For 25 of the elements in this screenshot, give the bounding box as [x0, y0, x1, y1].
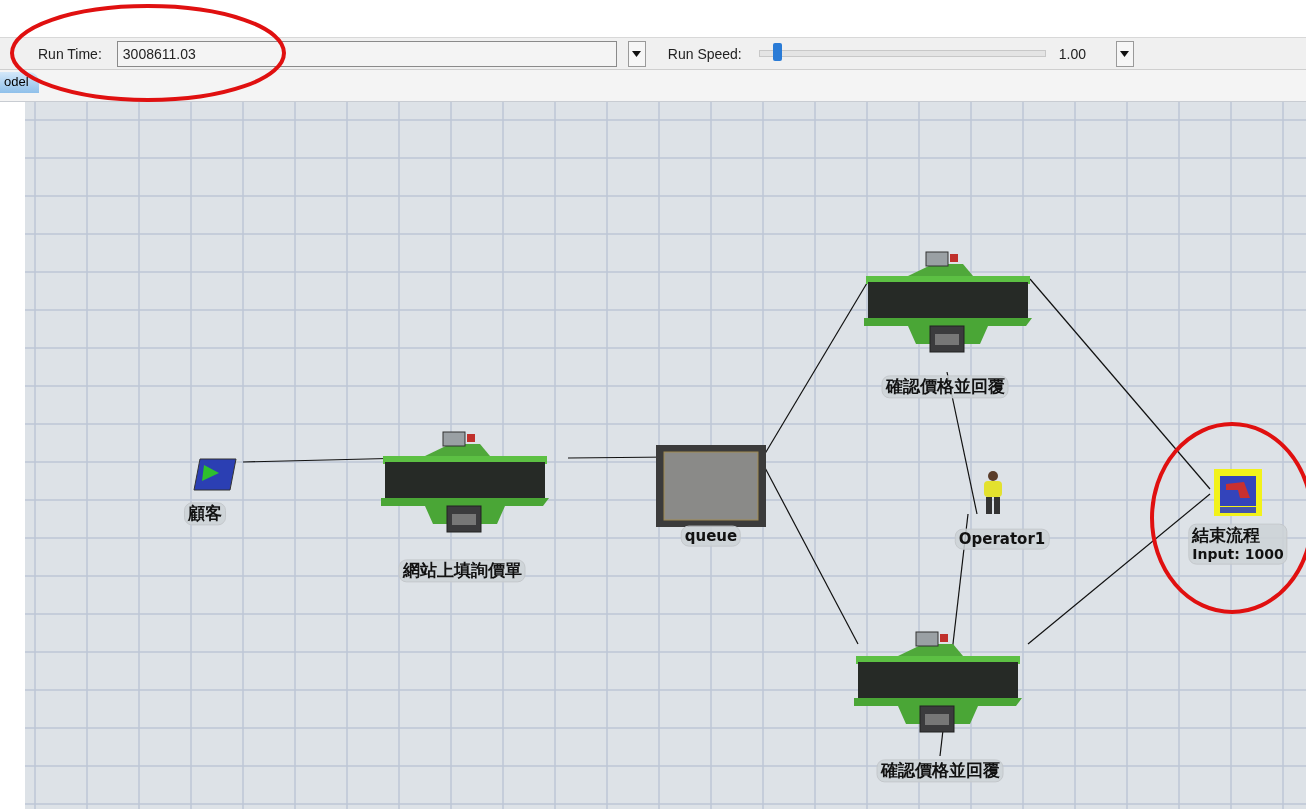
sink-drawing[interactable]: [1214, 469, 1262, 516]
source-drawing[interactable]: [193, 458, 237, 491]
run-time-label: Run Time:: [38, 45, 102, 62]
run-speed-dropdown[interactable]: [1115, 40, 1134, 67]
object-label: 網站上填詢價單: [398, 559, 526, 583]
operator-figure-drawing[interactable]: [984, 471, 1002, 514]
object-label: 結束流程: [1192, 524, 1262, 546]
speed-slider-thumb[interactable]: [772, 43, 782, 61]
input-count: Input: 1000: [1192, 545, 1284, 564]
object-label: Operator1: [954, 528, 1050, 550]
caret-icon: [632, 50, 642, 57]
processor-drawing[interactable]: [381, 431, 549, 533]
model-tab[interactable]: odel: [0, 72, 39, 93]
processor-drawing[interactable]: [864, 251, 1032, 353]
object-label: 顧客: [184, 502, 226, 526]
run-speed-value: 1.00: [1058, 45, 1087, 62]
object-label: queue: [680, 525, 742, 547]
run-time-dropdown[interactable]: [627, 40, 646, 67]
object-label: 確認價格並回覆: [881, 375, 1009, 399]
queue-drawing[interactable]: [656, 445, 766, 527]
run-speed-label: Run Speed:: [667, 45, 742, 62]
object-label: 確認價格並回覆: [876, 759, 1004, 783]
processor-drawing[interactable]: [854, 631, 1022, 733]
caret-icon: [1120, 50, 1130, 57]
run-time-field[interactable]: 3008611.03: [116, 40, 617, 67]
